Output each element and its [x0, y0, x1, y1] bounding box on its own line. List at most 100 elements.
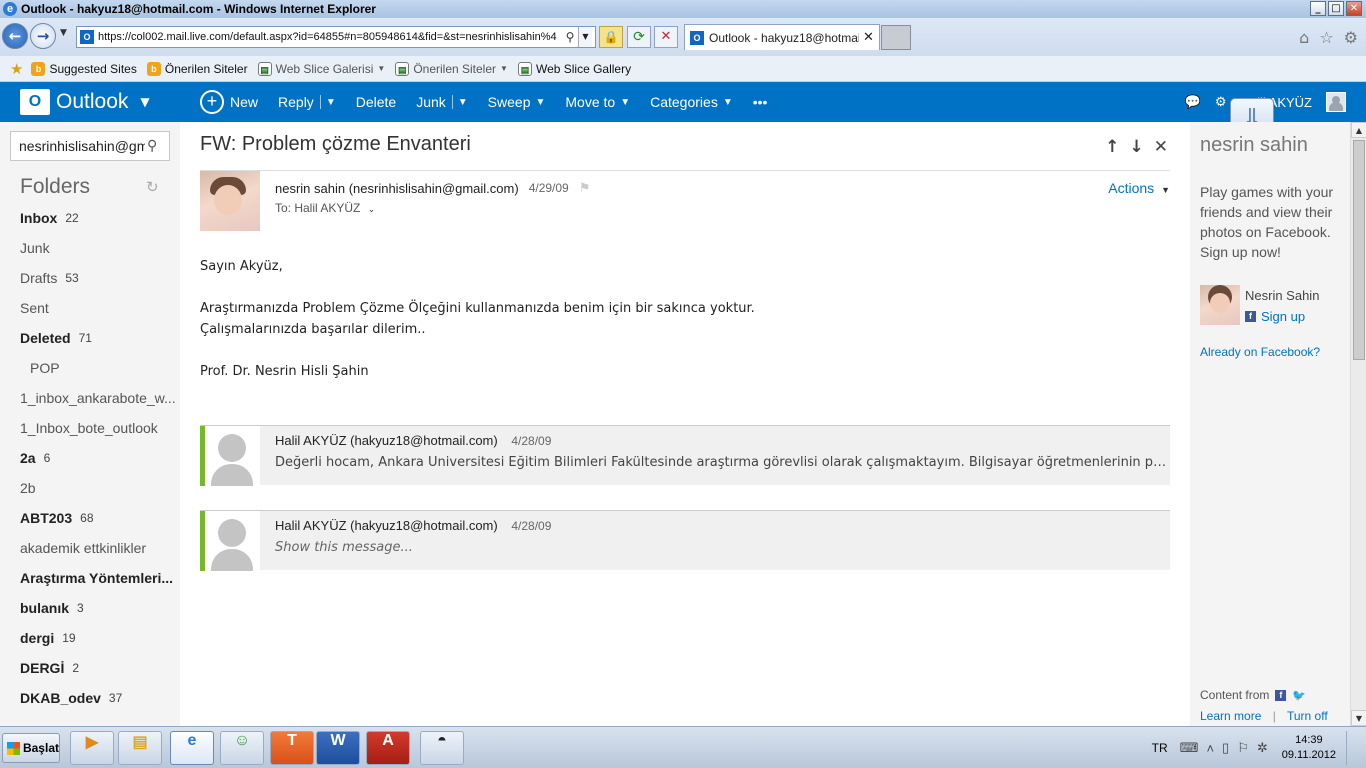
close-message-icon[interactable]: ✕ [1154, 137, 1168, 157]
folder-item[interactable]: Araştırma Yöntemleri... [0, 563, 180, 593]
junk-button[interactable]: Junk ▼ [416, 94, 467, 110]
search-icon[interactable]: ⚲ [147, 138, 157, 154]
folder-item[interactable]: 1_Inbox_bote_outlook [0, 413, 180, 443]
new-tab-button[interactable] [881, 25, 911, 50]
categories-button[interactable]: Categories ▼ [650, 94, 733, 110]
sender-avatar[interactable] [200, 171, 260, 231]
home-icon[interactable]: ⌂ [1299, 28, 1309, 47]
back-button[interactable]: ← [2, 23, 28, 49]
favorite-onerilen-siteler[interactable]: b Önerilen Siteler [146, 61, 248, 76]
sender-name[interactable]: nesrin sahin (nesrinhislisahin@gmail.com… [275, 181, 519, 196]
new-button[interactable]: + New [200, 90, 258, 114]
clock[interactable]: 14:39 09.11.2012 [1282, 733, 1336, 763]
favorite-suggested-sites[interactable]: b Suggested Sites [31, 61, 137, 76]
forward-button[interactable]: → [30, 23, 56, 49]
battery-icon[interactable]: ▯ [1222, 740, 1229, 756]
show-message-link[interactable]: Show this message... [275, 540, 1167, 555]
address-url[interactable]: https://col002.mail.live.com/default.asp… [98, 31, 562, 43]
folder-item[interactable]: DKAB_odev 37 [0, 683, 180, 713]
previous-message-arrow-icon[interactable]: ↑ [1105, 137, 1119, 157]
media-player-icon[interactable]: ▶ [70, 731, 114, 765]
lock-icon[interactable]: 🔒 [599, 26, 623, 48]
minimize-button[interactable]: _ [1310, 1, 1326, 16]
app-switcher-chevron-icon[interactable]: ▼ [140, 95, 149, 109]
favorites-star-icon[interactable]: ☆ [1319, 28, 1333, 47]
favorite-web-slice-gallery[interactable]: ▤ Web Slice Gallery [517, 61, 631, 76]
chevron-down-icon[interactable]: ▼ [458, 97, 468, 108]
delete-button[interactable]: Delete [356, 94, 396, 110]
pdf-icon[interactable]: A [366, 731, 410, 765]
scroll-thumb[interactable] [1353, 140, 1365, 360]
window-close-button[interactable]: ✕ [1346, 1, 1362, 16]
folder-item[interactable]: 2b [0, 473, 180, 503]
tools-gear-icon[interactable]: ⚙ [1344, 28, 1358, 47]
thread-message[interactable]: Halil AKYÜZ (hakyuz18@hotmail.com) 4/28/… [200, 425, 1170, 486]
word-icon[interactable]: W [316, 731, 360, 765]
contact-avatar[interactable] [1200, 285, 1240, 325]
move-to-button[interactable]: Move to ▼ [565, 94, 630, 110]
folder-item[interactable]: DERGİ 2 [0, 653, 180, 683]
outlook-brand[interactable]: O Outlook ▼ [0, 89, 168, 115]
already-on-facebook-link[interactable]: Already on Facebook? [1200, 345, 1320, 359]
messenger-icon[interactable]: ☺ [220, 731, 264, 765]
reply-button[interactable]: Reply ▼ [278, 94, 336, 110]
search-input[interactable]: nesrinhislisahin@gm [19, 138, 145, 154]
tab-close-button[interactable]: ✕ [863, 30, 874, 45]
folder-item[interactable]: Inbox 22 [0, 203, 180, 233]
next-message-arrow-icon[interactable]: ↓ [1130, 137, 1144, 157]
add-favorite-star-icon[interactable]: ★ [10, 60, 23, 78]
search-icon[interactable]: ⚲ [562, 30, 578, 44]
thread-message[interactable]: Halil AKYÜZ (hakyuz18@hotmail.com) 4/28/… [200, 510, 1170, 571]
refresh-button[interactable]: ⟳ [627, 26, 651, 48]
sweep-button[interactable]: Sweep ▼ [488, 94, 546, 110]
user-avatar[interactable] [1326, 92, 1346, 112]
folder-item[interactable]: Junk [0, 233, 180, 263]
favorite-web-slice-galerisi[interactable]: ▤ Web Slice Galerisi ▼ [257, 61, 385, 76]
start-button[interactable]: Başlat [2, 733, 60, 763]
settings-gear-icon[interactable]: ⚙ [1215, 94, 1227, 110]
folder-item[interactable]: POP [0, 353, 180, 383]
maximize-button[interactable]: □ [1328, 1, 1344, 16]
folder-item[interactable]: dergi 19 [0, 623, 180, 653]
folder-item[interactable]: Sent [0, 293, 180, 323]
vertical-scrollbar[interactable]: ▲ ▼ [1350, 122, 1366, 726]
learn-more-link[interactable]: Learn more [1200, 709, 1261, 723]
search-box[interactable]: nesrinhislisahin@gm ⚲ [10, 131, 170, 161]
facebook-signup-link[interactable]: f Sign up [1245, 309, 1305, 324]
flag-icon[interactable]: ⚑ [579, 180, 591, 196]
folder-item[interactable]: Drafts 53 [0, 263, 180, 293]
chevron-down-icon[interactable]: ▼ [326, 97, 336, 108]
stop-button[interactable]: ✕ [654, 26, 678, 48]
network-icon[interactable]: ✲ [1257, 740, 1268, 756]
more-commands-button[interactable]: ••• [753, 94, 768, 110]
folder-item[interactable]: akademik ettkinlikler [0, 533, 180, 563]
scroll-down-arrow-icon[interactable]: ▼ [1351, 710, 1366, 726]
turn-off-link[interactable]: Turn off [1287, 709, 1328, 723]
explorer-icon[interactable]: ▤ [118, 731, 162, 765]
browser-tab[interactable]: O Outlook - hakyuz18@hotmail.com ✕ [684, 24, 880, 50]
expand-recipients-icon[interactable]: ⌄ [368, 204, 376, 214]
internet-explorer-icon[interactable]: e [170, 731, 214, 765]
folder-item[interactable]: 2a 6 [0, 443, 180, 473]
language-indicator[interactable]: TR [1152, 741, 1168, 755]
app-t-icon[interactable]: T [270, 731, 314, 765]
scroll-up-arrow-icon[interactable]: ▲ [1351, 122, 1366, 138]
favorite-onerilen-siteler-2[interactable]: ▤ Önerilen Siteler ▼ [395, 61, 508, 76]
recent-pages-dropdown[interactable]: ▼ [60, 28, 67, 38]
folder-item[interactable]: 1_inbox_ankarabote_w... [0, 383, 180, 413]
actions-menu[interactable]: Actions ▼ [1108, 180, 1170, 196]
address-bar[interactable]: O https://col002.mail.live.com/default.a… [76, 26, 596, 48]
app-hat-icon[interactable]: ◓ [420, 731, 464, 765]
folder-item[interactable]: Deleted 71 [0, 323, 180, 353]
chevron-down-icon: ▼ [620, 96, 631, 108]
folder-item[interactable]: bulanık 3 [0, 593, 180, 623]
folder-item[interactable]: ABT203 68 [0, 503, 180, 533]
recipient[interactable]: To: Halil AKYÜZ [275, 201, 360, 215]
show-hidden-icons-icon[interactable]: ˄ [1206, 741, 1214, 756]
show-desktop-button[interactable] [1346, 731, 1360, 765]
messaging-icon[interactable]: 💬 [1185, 94, 1201, 110]
refresh-icon[interactable]: ↻ [146, 178, 159, 196]
address-dropdown-button[interactable]: ▼ [578, 27, 592, 47]
keyboard-icon[interactable]: ⌨ [1180, 740, 1199, 756]
action-center-flag-icon[interactable]: ⚐ [1237, 740, 1249, 756]
